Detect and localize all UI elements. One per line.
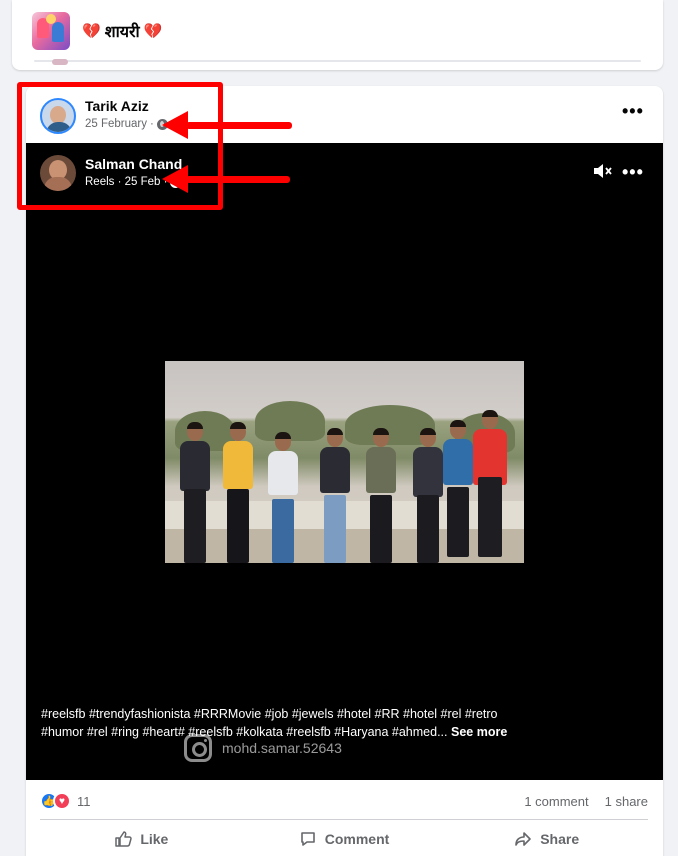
- video-frame: [165, 361, 524, 563]
- reel-video[interactable]: Salman Chand Reels · 25 Feb · ••• #reels…: [26, 143, 663, 824]
- engagement-summary: 👍 ♥ 11 1 comment 1 share: [40, 791, 648, 811]
- divider: [34, 60, 641, 62]
- group-thumbnail[interactable]: [32, 12, 70, 50]
- annotation-arrow: [162, 165, 290, 193]
- comment-count[interactable]: 1 comment: [524, 794, 588, 809]
- caption-line: #reelsfb #trendyfashionista #RRRMovie #j…: [41, 707, 498, 721]
- like-label: Like: [140, 831, 169, 847]
- comment-icon: [300, 832, 315, 846]
- instagram-icon: [184, 734, 212, 762]
- audio-wave-icon: [43, 812, 53, 822]
- divider: [40, 819, 648, 820]
- see-more-link[interactable]: See more: [451, 725, 507, 739]
- audio-author: man Chand: [61, 810, 126, 824]
- broken-heart-icon: 💔: [82, 23, 101, 40]
- reel-meta-text[interactable]: Reels · 25 Feb ·: [85, 176, 167, 188]
- post-card: Tarik Aziz 25 February · ••• Salman Chan…: [26, 86, 663, 856]
- like-button[interactable]: Like: [40, 823, 243, 855]
- group-header-card: 💔 शायरी 💔: [12, 0, 663, 70]
- avatar[interactable]: [40, 155, 76, 191]
- thumbs-up-icon: [115, 831, 133, 847]
- more-options-icon[interactable]: •••: [622, 102, 644, 120]
- volume-muted-icon[interactable]: [592, 162, 612, 180]
- post-date[interactable]: 25 February: [85, 118, 147, 130]
- meta-separator: ·: [150, 118, 154, 130]
- audio-info[interactable]: man Chand · Original audio: [43, 810, 221, 824]
- love-reaction-icon[interactable]: ♥: [53, 792, 71, 810]
- share-count[interactable]: 1 share: [605, 794, 648, 809]
- share-icon: [515, 832, 532, 846]
- share-button[interactable]: Share: [445, 823, 648, 855]
- annotation-arrow: [162, 111, 292, 139]
- broken-heart-icon: 💔: [143, 23, 163, 40]
- comment-button[interactable]: Comment: [243, 823, 446, 855]
- more-options-icon[interactable]: •••: [622, 163, 644, 181]
- group-title[interactable]: 💔 शायरी 💔: [82, 20, 162, 42]
- share-label: Share: [540, 831, 580, 847]
- reaction-count[interactable]: 11: [77, 794, 91, 809]
- post-author-name[interactable]: Tarik Aziz: [85, 98, 149, 114]
- audio-label: · Original audio: [129, 810, 221, 824]
- instagram-watermark: mohd.samar.52643: [184, 734, 342, 762]
- scroll-indicator: [52, 59, 68, 65]
- group-title-text: शायरी: [104, 24, 140, 41]
- comment-label: Comment: [324, 831, 390, 847]
- watermark-username: mohd.samar.52643: [222, 740, 342, 756]
- post-actions: Like Comment Share: [40, 823, 648, 855]
- post-meta: 25 February ·: [85, 118, 168, 130]
- avatar[interactable]: [40, 98, 76, 134]
